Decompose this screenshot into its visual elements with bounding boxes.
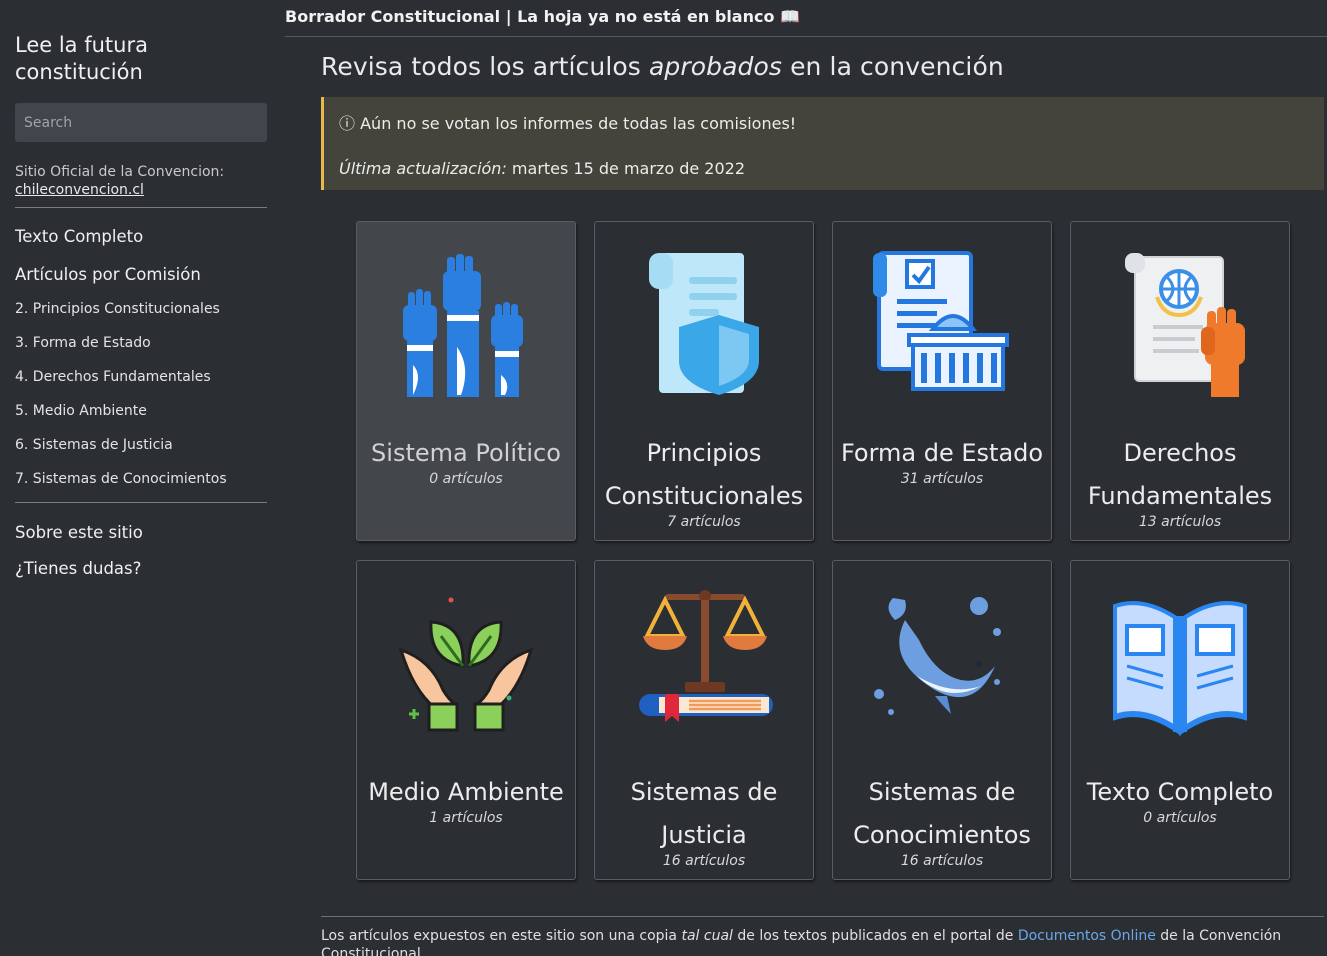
card-sistemas-de-justicia[interactable]: Sistemas de Justicia 16 artículos (594, 560, 814, 880)
nav-item-principios[interactable]: 2. Principios Constitucionales (15, 300, 267, 334)
page-title: Revisa todos los artículos aprobados en … (321, 52, 1004, 81)
main-content: Revisa todos los artículos aprobados en … (321, 52, 1324, 880)
nav-item-justicia[interactable]: 6. Sistemas de Justicia (15, 436, 267, 470)
card-title: Derechos Fundamentales (1087, 439, 1273, 510)
top-bar: Borrador Constitucional | La hoja ya no … (285, 0, 1327, 37)
footer-text: Los artículos expuestos en este sitio so… (321, 928, 1282, 956)
scroll-shield-icon (649, 253, 759, 395)
card-title: Principios Constitucionales (604, 439, 804, 510)
official-site-label: Sitio Oficial de la Convencion: (15, 164, 225, 180)
hands-leaves-icon (398, 597, 534, 732)
card-title: Medio Ambiente (368, 778, 564, 806)
card-title: Forma de Estado (840, 439, 1044, 467)
raised-fists-icon (403, 254, 523, 397)
search-input[interactable] (15, 103, 267, 142)
nav-item-conocimientos[interactable]: 7. Sistemas de Conocimientos (15, 470, 267, 504)
card-derechos-fundamentales[interactable]: Derechos Fundamentales 13 artículos (1070, 221, 1290, 541)
nav-about[interactable]: Sobre este sitio (15, 523, 267, 542)
card-title: Sistemas de Conocimientos (853, 778, 1031, 849)
card-title: Texto Completo (1086, 778, 1274, 806)
open-book-icon (1113, 601, 1247, 736)
nav-item-medio-ambiente[interactable]: 5. Medio Ambiente (15, 402, 267, 436)
sidebar-divider (15, 502, 267, 503)
nav-articles-by-commission[interactable]: Artículos por Comisión (15, 265, 267, 284)
whale-icon (874, 597, 1001, 715)
document-government-building-icon (873, 251, 1009, 391)
nav-item-derechos[interactable]: 4. Derechos Fundamentales (15, 368, 267, 402)
nav-questions[interactable]: ¿Tienes dudas? (15, 559, 267, 578)
open-book-emoji-icon: 📖 (780, 7, 800, 26)
documentos-online-link[interactable]: Documentos Online (1018, 928, 1156, 944)
card-texto-completo[interactable]: Texto Completo 0 artículos (1070, 560, 1290, 880)
card-forma-de-estado[interactable]: Forma de Estado 31 artículos (832, 221, 1052, 541)
sidebar: Lee la futura constitución Sitio Oficial… (0, 0, 285, 956)
last-updated: Última actualización: martes 15 de marzo… (339, 159, 746, 178)
notice-message: ⓘ Aún no se votan los informes de todas … (339, 114, 797, 133)
commission-grid: Sistema Político 0 artículos Principios … (356, 221, 1290, 880)
sidebar-divider (15, 207, 267, 208)
footer-divider (321, 916, 1324, 917)
scroll-globe-fist-icon (1125, 253, 1245, 397)
nav-item-forma-estado[interactable]: 3. Forma de Estado (15, 334, 267, 368)
card-article-count: 16 artículos (662, 853, 746, 869)
scales-book-icon (639, 590, 773, 722)
card-principios-constitucionales[interactable]: Principios Constitucionales 7 artículos (594, 221, 814, 541)
official-site-info: Sitio Oficial de la Convencion: chilecon… (15, 163, 267, 199)
site-title[interactable]: Lee la futura constitución (15, 32, 235, 86)
official-site-link[interactable]: chileconvencion.cl (15, 182, 144, 198)
info-icon: ⓘ (339, 114, 356, 133)
nav-full-text[interactable]: Texto Completo (15, 227, 267, 246)
card-title: Sistema Político (371, 439, 561, 467)
card-sistema-politico[interactable]: Sistema Político 0 artículos (356, 221, 576, 541)
card-medio-ambiente[interactable]: Medio Ambiente 1 artículos (356, 560, 576, 880)
top-bar-title[interactable]: Borrador Constitucional | La hoja ya no … (285, 7, 774, 26)
commission-list: 2. Principios Constitucionales 3. Forma … (15, 300, 267, 504)
notice-box: ⓘ Aún no se votan los informes de todas … (321, 97, 1324, 190)
card-title: Sistemas de Justicia (630, 778, 778, 849)
card-sistemas-de-conocimientos[interactable]: Sistemas de Conocimientos 16 artículos (832, 560, 1052, 880)
